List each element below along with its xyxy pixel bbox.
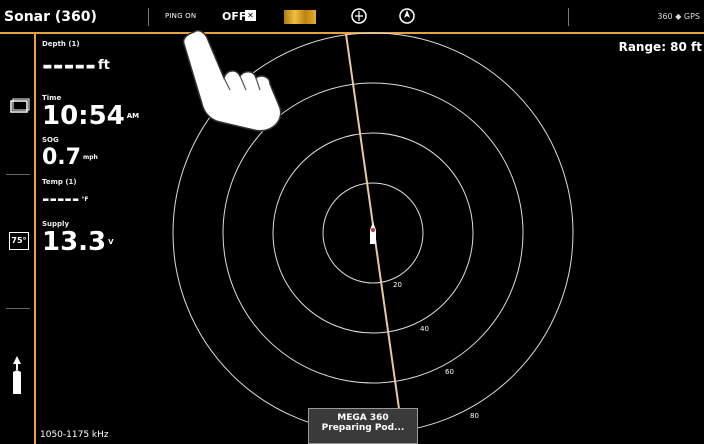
data-overlay-panel: Depth (1) ----- ft Time 10:54 AM SOG 0.7 mp… [42, 40, 202, 256]
supply-unit: V [108, 238, 114, 246]
temp-label: Temp (1) [42, 178, 77, 186]
boat-icon [370, 222, 376, 244]
temp-unit: °F [81, 196, 89, 203]
ring-label-20: 20 [393, 281, 402, 289]
sog-value: 0.7 [42, 145, 81, 170]
ring-label-40: 40 [420, 325, 429, 333]
sog-readout[interactable]: SOG 0.7 mph [42, 136, 202, 172]
temp-value: ----- [42, 189, 80, 210]
frequency-label: 1050-1175 kHz [40, 430, 109, 440]
ring-label-80: 80 [470, 412, 479, 420]
sog-label: SOG [42, 136, 59, 144]
hand-pointer-icon [182, 30, 282, 132]
time-readout[interactable]: Time 10:54 AM [42, 94, 202, 130]
boat-marker-dot [371, 228, 375, 232]
supply-readout[interactable]: Supply 13.3 V [42, 220, 202, 256]
time-value: 10:54 [42, 101, 125, 131]
depth-readout[interactable]: Depth (1) ----- ft [42, 40, 202, 80]
sog-unit: mph [82, 154, 98, 161]
time-unit: AM [126, 112, 140, 120]
depth-value: ----- [42, 51, 96, 81]
temp-readout[interactable]: Temp (1) ----- °F [42, 178, 202, 214]
popup-message: Preparing Pod... [321, 423, 405, 433]
ring-label-60: 60 [445, 368, 454, 376]
popup-title: MEGA 360 [337, 413, 389, 423]
depth-unit: ft [97, 58, 110, 73]
depth-label: Depth (1) [42, 40, 80, 48]
supply-value: 13.3 [42, 227, 107, 257]
status-popup: MEGA 360 Preparing Pod... [308, 408, 418, 444]
range-label: Range: 80 ft [618, 40, 702, 54]
